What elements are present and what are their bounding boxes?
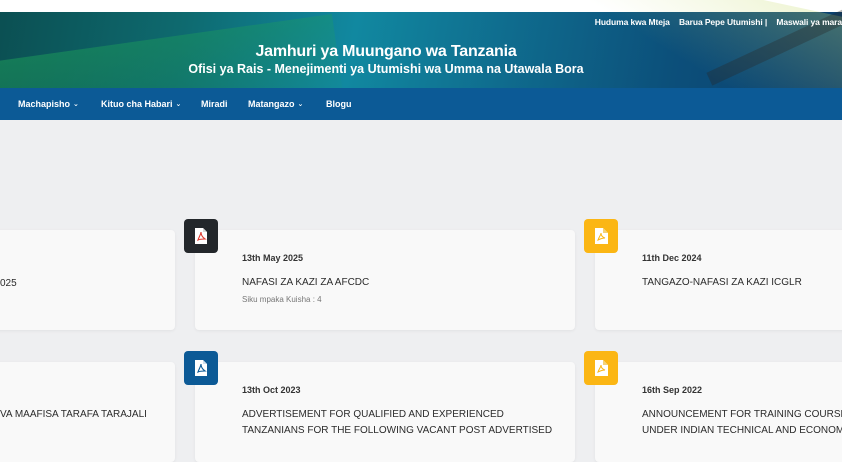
card-title-line[interactable]: UNDER INDIAN TECHNICAL AND ECONOM: [642, 423, 842, 439]
nav-item-label: Machapisho: [18, 99, 71, 109]
card-date: 16th Sep 2022: [642, 385, 703, 395]
card-title-line[interactable]: TANZANIANS FOR THE FOLLOWING VACANT POST…: [242, 423, 552, 439]
site-subtitle: Ofisi ya Rais - Menejimenti ya Utumishi …: [188, 62, 584, 76]
top-link-staff-email[interactable]: Barua Pepe Utumishi |: [679, 17, 767, 27]
announcement-card[interactable]: 13th Oct 2023 ADVERTISEMENT FOR QUALIFIE…: [195, 362, 575, 462]
pdf-badge: [184, 351, 218, 385]
nav-item-miradi[interactable]: Miradi: [201, 99, 228, 109]
top-link-faq[interactable]: Maswali ya mara: [776, 17, 842, 27]
nav-item-label: Kituo cha Habari: [101, 99, 173, 109]
chevron-down-icon: ⌄: [73, 101, 79, 108]
card-title: 025: [0, 278, 17, 289]
site-header: Huduma kwa Mteja Barua Pepe Utumishi | M…: [0, 0, 842, 88]
card-date: 13th May 2025: [242, 253, 304, 263]
announcement-card[interactable]: 11th Dec 2024 TANGAZO-NAFASI ZA KAZI ICG…: [595, 230, 842, 330]
announcement-card[interactable]: 13th May 2025 NAFASI ZA KAZI ZA AFCDC Si…: [195, 230, 575, 330]
nav-item-label: Blogu: [326, 99, 352, 109]
nav-item-kituo-cha-habari[interactable]: Kituo cha Habari ⌄: [101, 99, 181, 109]
chevron-down-icon: ⌄: [175, 101, 182, 108]
document-icon: [594, 228, 608, 244]
document-badge: [584, 351, 618, 385]
chevron-down-icon: ⌄: [297, 101, 304, 108]
main-nav: Machapisho ⌄ Kituo cha Habari ⌄ Miradi Mat…: [0, 88, 842, 120]
nav-item-blogu[interactable]: Blogu: [326, 99, 352, 109]
card-date: 11th Dec 2024: [642, 253, 702, 263]
nav-item-machapisho[interactable]: Machapisho ⌄: [18, 99, 79, 109]
card-deadline: Siku mpaka Kuisha : 4: [242, 295, 322, 304]
site-title: Jamhuri ya Muungano wa Tanzania: [255, 43, 517, 60]
top-links: Huduma kwa Mteja Barua Pepe Utumishi | M…: [588, 17, 842, 27]
document-badge: [584, 219, 618, 253]
nav-item-label: Miradi: [201, 99, 228, 109]
card-title: VA MAAFISA TARAFA TARAJALI: [0, 409, 147, 420]
top-link-customer-service[interactable]: Huduma kwa Mteja: [595, 17, 670, 27]
card-title[interactable]: TANGAZO-NAFASI ZA KAZI ICGLR: [642, 275, 802, 291]
document-icon: [594, 360, 608, 376]
card-date: 13th Oct 2023: [242, 385, 301, 395]
card-title-line[interactable]: ANNOUNCEMENT FOR TRAINING COURSES: [642, 407, 842, 423]
announcement-card[interactable]: 025: [0, 230, 175, 330]
pdf-icon: [195, 360, 207, 376]
announcement-card[interactable]: VA MAAFISA TARAFA TARAJALI: [0, 362, 175, 462]
nav-item-matangazo[interactable]: Matangazo ⌄: [248, 99, 303, 109]
card-title-line[interactable]: ADVERTISEMENT FOR QUALIFIED AND EXPERIEN…: [242, 407, 504, 423]
pdf-badge: [184, 219, 218, 253]
announcement-card[interactable]: 16th Sep 2022 ANNOUNCEMENT FOR TRAINING …: [595, 362, 842, 462]
pdf-icon: [195, 228, 207, 244]
card-title[interactable]: NAFASI ZA KAZI ZA AFCDC: [242, 275, 369, 291]
nav-item-label: Matangazo: [248, 99, 295, 109]
